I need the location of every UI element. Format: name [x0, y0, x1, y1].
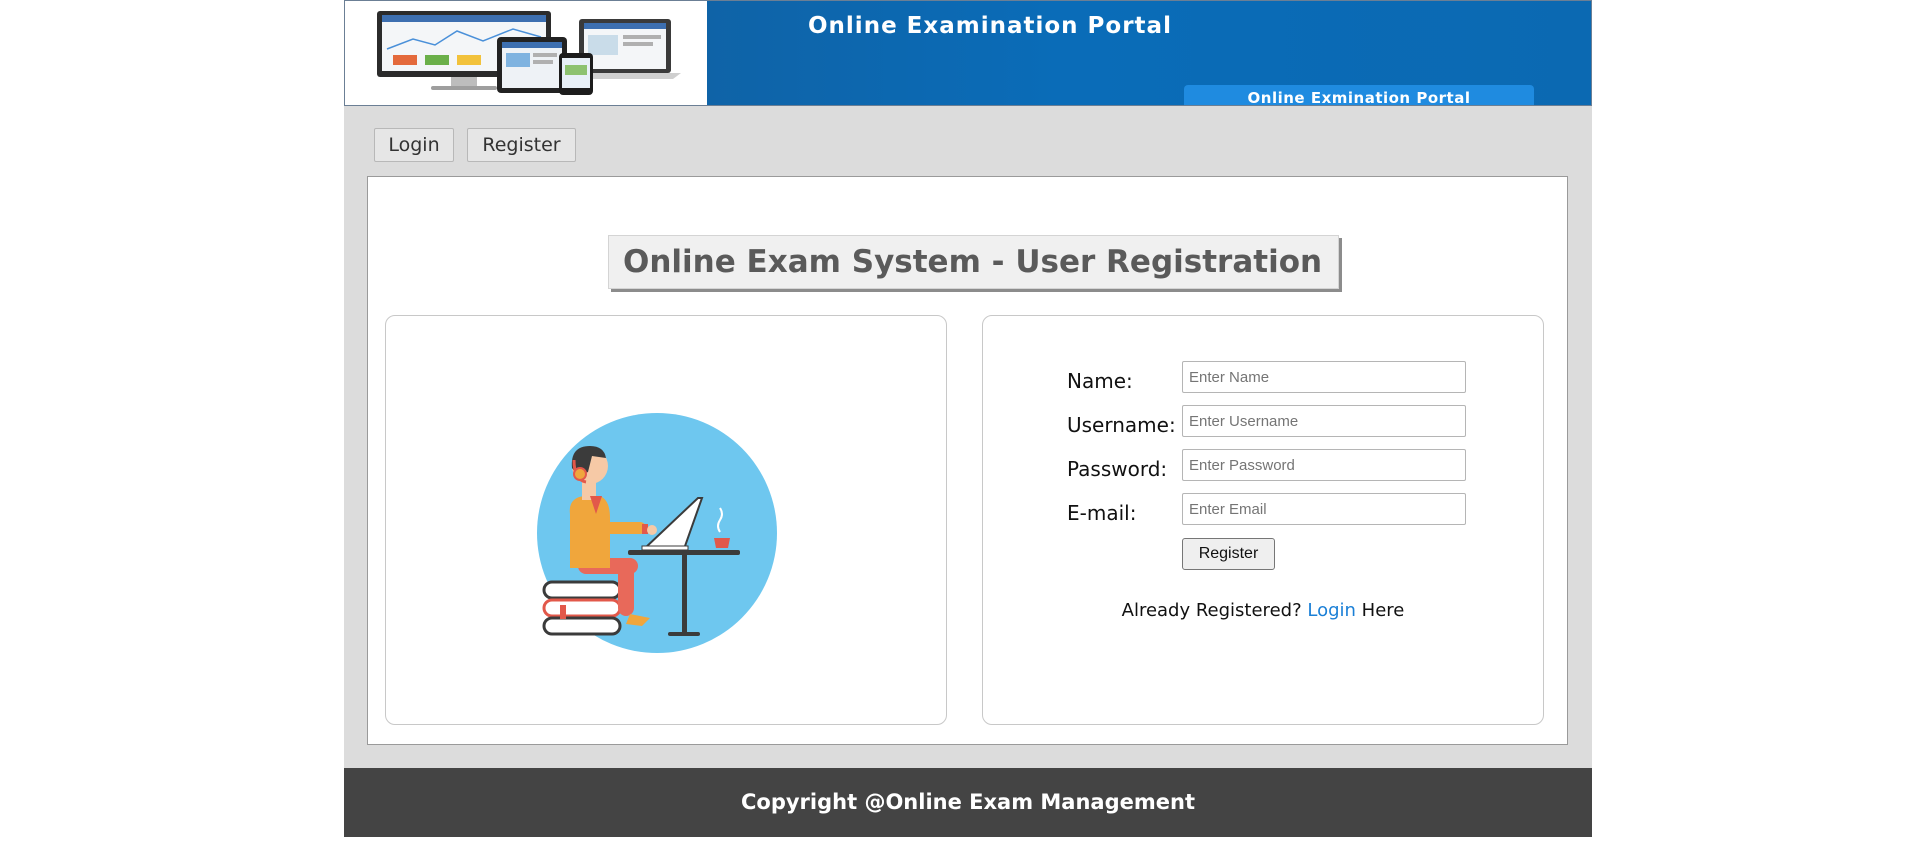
already-registered-prefix: Already Registered? — [1121, 600, 1302, 621]
already-registered-suffix: Here — [1361, 600, 1405, 621]
registration-form-card: Name: Username: Password: E-mail: Regist… — [982, 315, 1544, 725]
banner-title: Online Examination Portal — [808, 13, 1172, 39]
devices-illustration — [377, 11, 681, 95]
student-laptop-illustration — [537, 413, 777, 653]
banner-tab: Online Exmination Portal — [1184, 85, 1534, 105]
page-wrapper: Online Examination Portal Online Exminat… — [344, 0, 1592, 837]
username-input[interactable] — [1182, 405, 1466, 437]
already-registered-text: Already Registered? Login Here — [983, 600, 1543, 621]
register-submit-button[interactable]: Register — [1182, 538, 1275, 570]
main-panel: Online Exam System - User Registration N… — [367, 176, 1568, 745]
name-label: Name: — [1067, 369, 1133, 393]
login-link[interactable]: Login — [1307, 600, 1356, 621]
footer: Copyright @Online Exam Management — [344, 768, 1592, 837]
illustration-card — [385, 315, 947, 725]
name-input[interactable] — [1182, 361, 1466, 393]
password-input[interactable] — [1182, 449, 1466, 481]
nav-register-button[interactable]: Register — [467, 128, 576, 162]
password-label: Password: — [1067, 457, 1168, 481]
username-label: Username: — [1067, 413, 1176, 437]
site-banner: Online Examination Portal Online Exminat… — [344, 0, 1592, 106]
copyright-text: Copyright @Online Exam Management — [741, 790, 1195, 814]
email-input[interactable] — [1182, 493, 1466, 525]
email-label: E-mail: — [1067, 501, 1137, 525]
nav-login-button[interactable]: Login — [374, 128, 454, 162]
page-title: Online Exam System - User Registration — [608, 235, 1340, 289]
